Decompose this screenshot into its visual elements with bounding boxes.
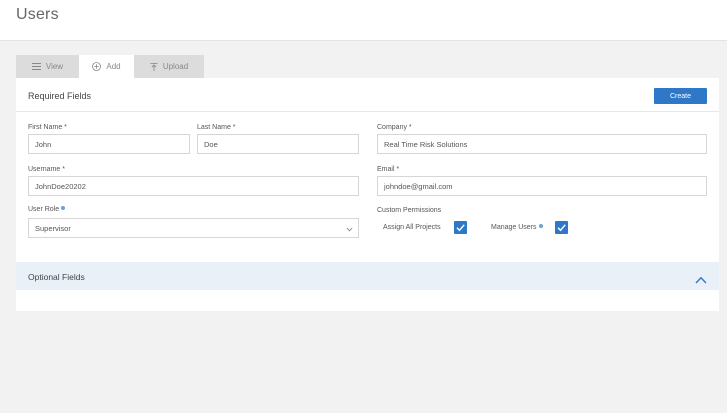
user-role-select[interactable]: Supervisor xyxy=(28,218,359,238)
chevron-up-icon xyxy=(695,271,707,289)
page-header: Users xyxy=(0,0,727,41)
tab-bar: View Add Upload xyxy=(16,55,204,78)
optional-fields-toggle[interactable]: Optional Fields xyxy=(16,262,719,290)
manage-users-label: Manage Users xyxy=(491,224,537,231)
create-button[interactable]: Create xyxy=(654,88,707,104)
first-name-field[interactable]: John xyxy=(28,134,190,154)
last-name-field[interactable]: Doe xyxy=(197,134,359,154)
manage-users-checkbox[interactable] xyxy=(555,221,568,234)
chevron-down-icon xyxy=(346,225,353,234)
optional-fields-title: Optional Fields xyxy=(28,272,85,282)
required-fields-header: Required Fields Create xyxy=(16,78,719,112)
list-icon xyxy=(31,63,41,70)
info-icon[interactable] xyxy=(61,206,66,210)
tab-add[interactable]: Add xyxy=(79,55,134,78)
company-label: Company * xyxy=(377,124,412,131)
upload-icon xyxy=(150,62,158,71)
manage-users-label-row: Manage Users xyxy=(491,224,543,231)
check-icon xyxy=(456,224,465,232)
tab-upload-label: Upload xyxy=(162,62,189,71)
email-field[interactable]: johndoe@gmail.com xyxy=(377,176,707,196)
user-role-label: User Role xyxy=(28,206,60,213)
email-label: Email * xyxy=(377,166,400,173)
page-title: Users xyxy=(16,6,59,23)
last-name-label: Last Name * xyxy=(197,124,236,131)
tab-upload[interactable]: Upload xyxy=(134,55,204,78)
user-role-value: Supervisor xyxy=(35,223,71,233)
info-icon[interactable] xyxy=(538,224,543,228)
tab-view-label: View xyxy=(45,62,64,71)
add-user-panel: Required Fields Create First Name * John… xyxy=(16,78,719,311)
tab-view[interactable]: View xyxy=(16,55,79,78)
assign-all-projects-label: Assign All Projects xyxy=(383,224,441,231)
tab-add-label: Add xyxy=(106,62,121,71)
user-role-label-row: User Role xyxy=(28,206,66,213)
username-label: Username * xyxy=(28,166,65,173)
plus-circle-icon xyxy=(92,62,102,71)
check-icon xyxy=(557,224,566,232)
company-field[interactable]: Real Time Risk Solutions xyxy=(377,134,707,154)
required-fields-title: Required Fields xyxy=(28,91,92,101)
custom-permissions-label: Custom Permissions xyxy=(377,207,442,214)
username-field[interactable]: JohnDoe20202 xyxy=(28,176,359,196)
first-name-label: First Name * xyxy=(28,124,67,131)
assign-all-projects-checkbox[interactable] xyxy=(454,221,467,234)
